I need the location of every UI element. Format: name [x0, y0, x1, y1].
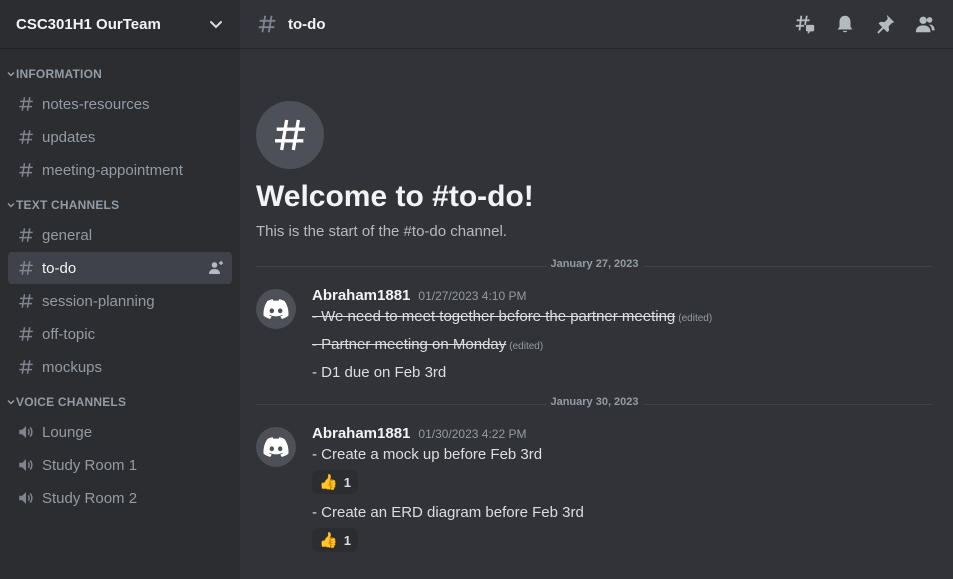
channel-header: to-do: [240, 0, 953, 49]
channel-label: Study Room 1: [42, 456, 138, 474]
channel-meeting-appointment[interactable]: meeting-appointment: [8, 154, 232, 186]
hashtag-icon: [16, 127, 36, 147]
server-header[interactable]: CSC301H1 OurTeam: [0, 0, 240, 49]
message-text: - Partner meeting on Monday: [312, 336, 507, 353]
channel-label: meeting-appointment: [42, 161, 183, 179]
pin-icon[interactable]: [873, 12, 897, 36]
message-line: - We need to meet together before the pa…: [312, 304, 933, 332]
hashtag-icon: [16, 324, 36, 344]
reaction-count: 1: [343, 532, 351, 548]
welcome-subtitle: This is the start of the #to-do channel.: [256, 223, 507, 240]
hashtag-icon: [16, 225, 36, 245]
members-icon[interactable]: [913, 12, 937, 36]
channel-notes-resources[interactable]: notes-resources: [8, 88, 232, 120]
chevron-down-icon: [6, 200, 16, 210]
date-divider: January 30, 2023: [256, 396, 933, 408]
channel-label: mockups: [42, 358, 103, 376]
hashtag-icon: [16, 291, 36, 311]
header-toolbar: [793, 12, 937, 36]
message-timestamp: 01/27/2023 4:10 PM: [418, 289, 527, 303]
author-name[interactable]: Abraham1881: [312, 425, 410, 442]
channel-off-topic[interactable]: off-topic: [8, 318, 232, 350]
channel-label: updates: [42, 128, 96, 146]
speaker-icon: [16, 455, 36, 475]
hashtag-icon: [256, 101, 324, 169]
hashtag-icon: [16, 160, 36, 180]
chevron-down-icon: [6, 69, 16, 79]
category-voice-channels[interactable]: VOICE CHANNELS: [0, 389, 240, 415]
hashtag-icon: [16, 357, 36, 377]
discord-logo-icon: [263, 299, 289, 319]
message-line: - Create an ERD diagram before Feb 3rd: [312, 500, 933, 526]
category-label: TEXT CHANNELS: [16, 198, 120, 212]
date-divider-label: January 30, 2023: [546, 396, 643, 408]
voice-channel-study-room-2[interactable]: Study Room 2: [8, 482, 232, 514]
channel-label: Study Room 2: [42, 489, 138, 507]
reaction-thumbs-up[interactable]: 👍 1: [312, 528, 358, 552]
channel-label: session-planning: [42, 292, 155, 310]
category-information[interactable]: INFORMATION: [0, 61, 240, 87]
message-line: - Create a mock up before Feb 3rd: [312, 442, 933, 468]
voice-channel-study-room-1[interactable]: Study Room 1: [8, 449, 232, 481]
channel-title: to-do: [288, 15, 326, 33]
channel-label: general: [42, 226, 93, 244]
channel-sidebar: CSC301H1 OurTeam INFORMATION notes-resou…: [0, 0, 240, 579]
channel-updates[interactable]: updates: [8, 121, 232, 153]
message-text: - We need to meet together before the pa…: [312, 308, 676, 325]
channel-mockups[interactable]: mockups: [8, 351, 232, 383]
message-body: Abraham1881 01/30/2023 4:22 PM - Create …: [312, 425, 933, 558]
date-divider-label: January 27, 2023: [546, 258, 643, 270]
hashtag-icon: [256, 12, 280, 36]
thumbs-up-icon: 👍: [319, 532, 338, 549]
message-text: - Create a mock up before Feb 3rd: [312, 446, 543, 463]
chevron-down-icon[interactable]: [208, 16, 224, 32]
channel-label: to-do: [42, 259, 77, 277]
message[interactable]: Abraham1881 01/27/2023 4:10 PM - We need…: [256, 287, 933, 386]
welcome-title: Welcome to #to-do!: [256, 180, 534, 213]
reaction-count: 1: [343, 474, 351, 490]
hashtag-icon: [16, 94, 36, 114]
category-text-channels[interactable]: TEXT CHANNELS: [0, 192, 240, 218]
message-line: - D1 due on Feb 3rd: [312, 360, 933, 386]
channel-session-planning[interactable]: session-planning: [8, 285, 232, 317]
message-header: Abraham1881 01/30/2023 4:22 PM: [312, 425, 933, 442]
speaker-icon: [16, 422, 36, 442]
voice-channel-lounge[interactable]: Lounge: [8, 416, 232, 448]
channel-label: off-topic: [42, 325, 96, 343]
avatar[interactable]: [256, 427, 296, 467]
edited-tag: (edited): [678, 313, 713, 324]
message-timestamp: 01/30/2023 4:22 PM: [418, 427, 527, 441]
channel-welcome: Welcome to #to-do! This is the start of …: [256, 49, 933, 240]
message-text: - Create an ERD diagram before Feb 3rd: [312, 504, 584, 521]
hashtag-icon: [16, 258, 36, 278]
message-text: - D1 due on Feb 3rd: [312, 364, 447, 381]
avatar[interactable]: [256, 289, 296, 329]
author-name[interactable]: Abraham1881: [312, 287, 410, 304]
message[interactable]: Abraham1881 01/30/2023 4:22 PM - Create …: [256, 425, 933, 558]
reaction-thumbs-up[interactable]: 👍 1: [312, 470, 358, 494]
add-member-icon[interactable]: [208, 260, 224, 276]
chat-area: to-do Welcome to #to-do! This is the sta…: [240, 0, 953, 579]
channel-general[interactable]: general: [8, 219, 232, 251]
channel-to-do[interactable]: to-do: [8, 252, 232, 284]
message-header: Abraham1881 01/27/2023 4:10 PM: [312, 287, 933, 304]
category-label: INFORMATION: [16, 67, 102, 81]
message-body: Abraham1881 01/27/2023 4:10 PM - We need…: [312, 287, 933, 386]
threads-icon[interactable]: [793, 12, 817, 36]
date-divider: January 27, 2023: [256, 258, 933, 270]
message-line: - Partner meeting on Monday (edited): [312, 332, 933, 360]
message-list: Welcome to #to-do! This is the start of …: [240, 49, 953, 579]
chevron-down-icon: [6, 397, 16, 407]
server-name: CSC301H1 OurTeam: [16, 15, 161, 33]
edited-tag: (edited): [509, 341, 544, 352]
discord-logo-icon: [263, 437, 289, 457]
speaker-icon: [16, 488, 36, 508]
thumbs-up-icon: 👍: [319, 474, 338, 491]
channel-label: Lounge: [42, 423, 93, 441]
bell-icon[interactable]: [833, 12, 857, 36]
category-label: VOICE CHANNELS: [16, 395, 127, 409]
channel-label: notes-resources: [42, 95, 150, 113]
